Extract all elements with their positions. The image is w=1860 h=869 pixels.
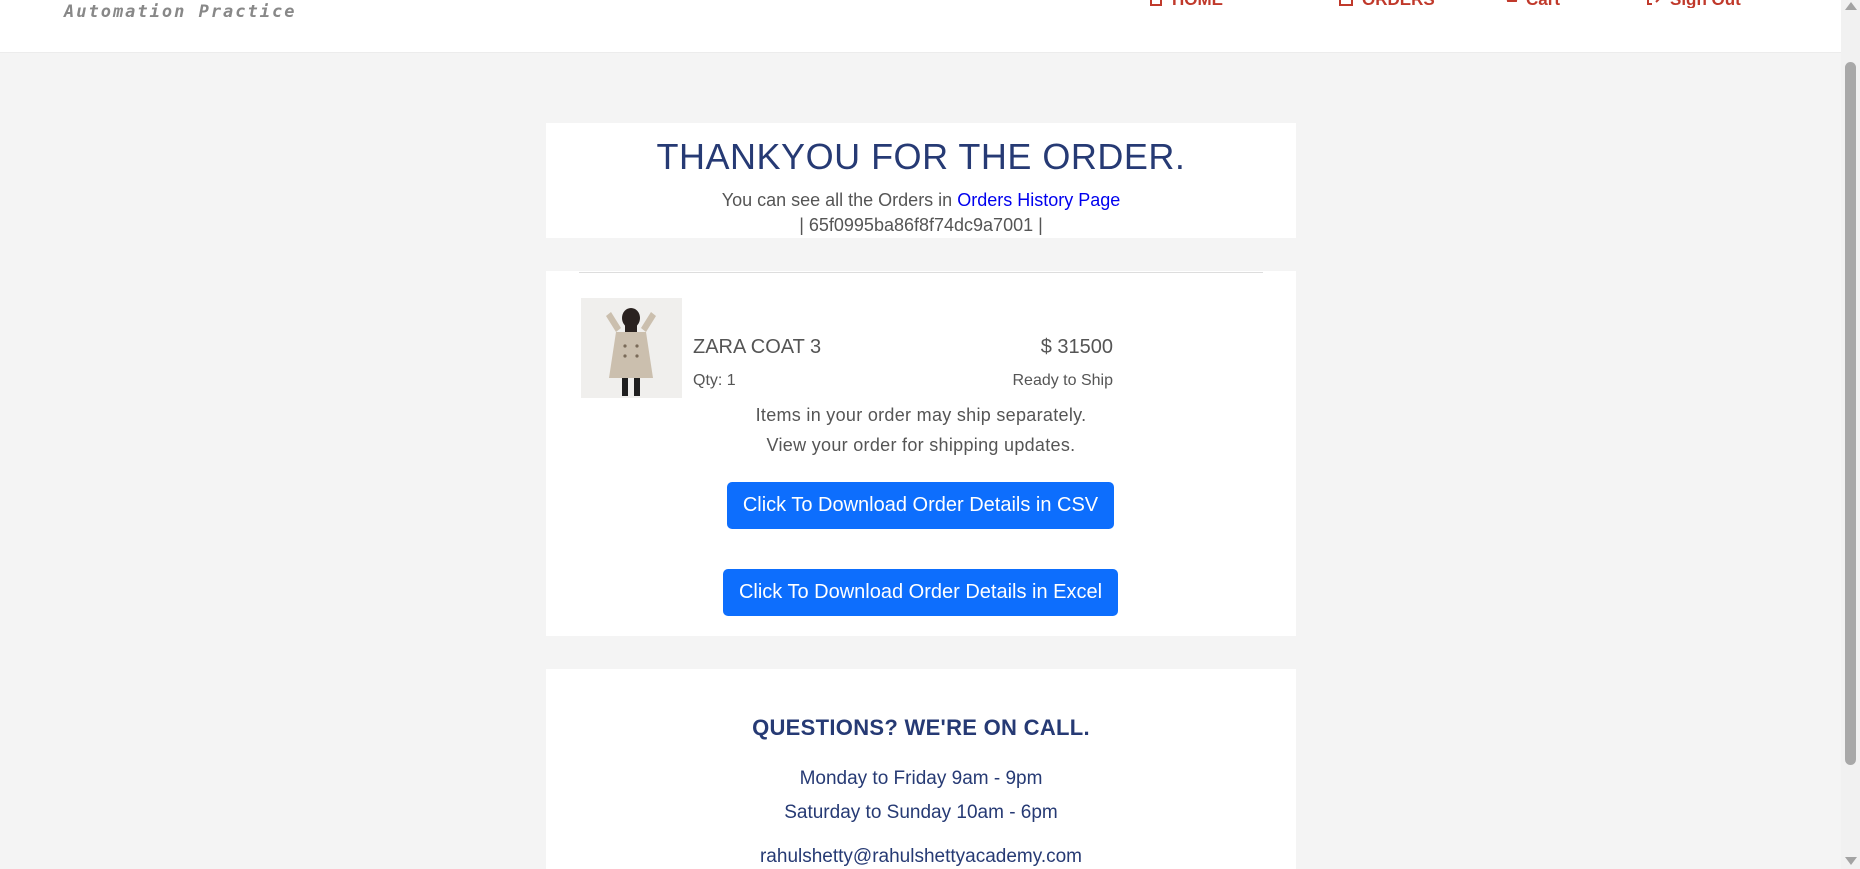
nav-cart[interactable]: Cart xyxy=(1502,0,1560,8)
nav-cart-label: Cart xyxy=(1526,0,1560,8)
home-icon xyxy=(1148,0,1164,8)
product-image xyxy=(581,298,682,398)
weekend-hours: Saturday to Sunday 10am - 6pm xyxy=(784,802,1058,823)
help-contact-card: QUESTIONS? WE'RE ON CALL. Monday to Frid… xyxy=(546,669,1296,869)
product-status: Ready to Ship xyxy=(1012,372,1113,389)
orders-history-prefix: You can see all the Orders in xyxy=(721,190,953,210)
download-excel-button[interactable]: Click To Download Order Details in Excel xyxy=(723,569,1118,616)
thank-you-heading: THANKYOU FOR THE ORDER. xyxy=(656,136,1186,177)
nav-signout[interactable]: Sign Out xyxy=(1646,0,1741,8)
signout-icon xyxy=(1646,0,1662,8)
nav-home[interactable]: HOME xyxy=(1148,0,1223,8)
nav-home-label: HOME xyxy=(1172,0,1223,8)
nav-orders[interactable]: ORDERS xyxy=(1338,0,1435,8)
brand-logo-text[interactable]: Automation Practice xyxy=(64,2,296,22)
nav-signout-label: Sign Out xyxy=(1670,0,1741,8)
order-id: | 65f0995ba86f8f74dc9a7001 | xyxy=(799,215,1043,235)
divider xyxy=(579,272,1263,273)
page-scrollbar[interactable] xyxy=(1841,0,1860,869)
top-navbar: Automation Practice HOME ORDERS Cart Sig… xyxy=(0,0,1841,53)
scroll-up-arrow-icon[interactable] xyxy=(1845,2,1857,10)
cart-icon xyxy=(1502,0,1518,8)
download-csv-button[interactable]: Click To Download Order Details in CSV xyxy=(727,482,1114,529)
help-heading: QUESTIONS? WE'RE ON CALL. xyxy=(752,715,1090,740)
nav-orders-label: ORDERS xyxy=(1362,0,1435,8)
product-price: $ 31500 xyxy=(1040,336,1113,358)
order-items-card: ZARA COAT 3 $ 31500 Qty: 1 Ready to Ship… xyxy=(546,271,1296,636)
scroll-down-arrow-icon[interactable] xyxy=(1845,857,1857,865)
product-qty: Qty: 1 xyxy=(693,372,736,389)
orders-history-link[interactable]: Orders History Page xyxy=(957,190,1120,210)
product-name: ZARA COAT 3 xyxy=(693,336,822,358)
shipping-updates-note: View your order for shipping updates. xyxy=(766,435,1076,455)
support-email[interactable]: rahulshetty@rahulshettyacademy.com xyxy=(546,846,1296,868)
ship-separately-note: Items in your order may ship separately. xyxy=(755,405,1087,425)
order-confirmation-card: THANKYOU FOR THE ORDER. You can see all … xyxy=(546,123,1296,238)
handbag-icon xyxy=(1338,0,1354,8)
orders-history-line: You can see all the Orders in Orders His… xyxy=(546,190,1296,211)
weekday-hours: Monday to Friday 9am - 9pm xyxy=(799,768,1043,789)
scroll-thumb[interactable] xyxy=(1845,62,1856,765)
